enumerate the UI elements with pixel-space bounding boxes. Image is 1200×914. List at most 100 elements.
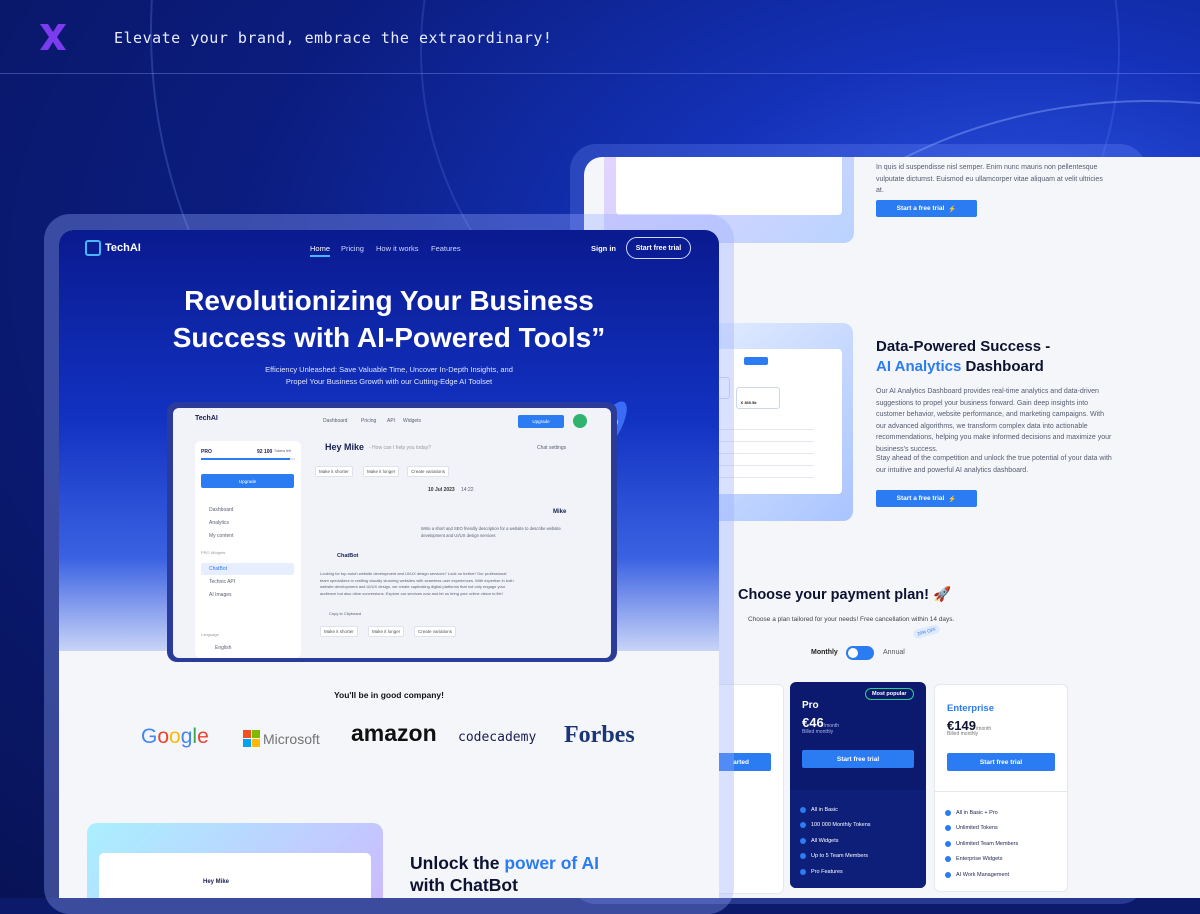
nav-home[interactable]: Home — [310, 244, 331, 257]
pricing-subtitle: Choose a plan tailored for your needs! F… — [748, 616, 955, 623]
app-sidebar: PRO 92 100 Tokens left Upgrade Dashboard… — [195, 441, 301, 658]
sidebar-item-dashboard[interactable]: Dashboard — [209, 507, 233, 513]
analytics-title: Data-Powered Success - AI Analytics Dash… — [876, 338, 1051, 375]
analytics-paragraph-2: Stay ahead of the competition and unlock… — [876, 455, 1112, 474]
billing-monthly-label[interactable]: Monthly — [811, 649, 838, 656]
bolt-icon: ⚡ — [948, 205, 957, 213]
analytics-paragraph-1: Our AI Analytics Dashboard provides real… — [876, 388, 1112, 453]
user-name: Mike — [553, 509, 567, 515]
sidebar-item-technic-api[interactable]: Technic API — [209, 579, 235, 585]
microsoft-logo: Microsoft — [243, 730, 320, 747]
mini-greeting: Hey Mike — [203, 879, 230, 885]
company-title: You'll be in good company! — [333, 690, 444, 700]
tokens-progress-bar — [201, 458, 295, 460]
chip-variations-2[interactable]: Create variations — [414, 626, 457, 637]
enterprise-billed: Billed monthly — [947, 731, 979, 737]
techai-logo: TechAI — [85, 240, 141, 256]
unlock-title: Unlock the power of AI with ChatBot — [410, 853, 599, 895]
check-circle-icon — [800, 822, 806, 829]
nav-how-it-works[interactable]: How it works — [376, 244, 419, 253]
app-avatar[interactable] — [573, 414, 587, 428]
check-circle-icon — [800, 837, 806, 844]
check-circle-icon — [945, 871, 951, 878]
app-nav-dashboard[interactable]: Dashboard — [323, 418, 347, 424]
plan-card-pro: Most popular Pro €46/month Billed monthl… — [790, 682, 926, 888]
most-popular-badge: Most popular — [865, 688, 914, 700]
tokens-value: 92 100 — [257, 449, 273, 455]
nav-features[interactable]: Features — [431, 244, 461, 253]
app-nav-pricing[interactable]: Pricing — [361, 418, 376, 424]
app-logo: TechAI — [195, 415, 218, 422]
start-trial-button-analytics[interactable]: Start a free trial ⚡ — [876, 490, 977, 507]
billing-annual-label[interactable]: Annual — [883, 649, 905, 656]
codecademy-logo: codecademy — [458, 730, 537, 745]
check-circle-icon — [945, 856, 951, 863]
app-upgrade-button[interactable]: Upgrade — [518, 415, 564, 428]
left-preview-page: TechAI Home Pricing How it works Feature… — [59, 230, 719, 898]
sidebar-item-my-content[interactable]: My content — [209, 533, 233, 539]
enterprise-per: /month — [975, 726, 992, 732]
check-circle-icon — [800, 868, 806, 875]
check-circle-icon — [800, 806, 806, 813]
check-circle-icon — [945, 840, 951, 847]
plan-feature-item: Up to 5 Team Members — [800, 849, 871, 865]
language-select[interactable]: English — [215, 645, 231, 651]
app-nav-widgets[interactable]: Widgets — [403, 418, 421, 424]
pro-cta-button[interactable]: Start free trial — [802, 750, 914, 768]
bot-name: ChatBot — [337, 553, 359, 559]
nav-pricing[interactable]: Pricing — [341, 244, 364, 253]
chat-settings[interactable]: Chat settings — [537, 445, 566, 451]
chip-variations[interactable]: Create variations — [407, 466, 450, 477]
greeting: Hey Mike — [325, 442, 365, 452]
check-circle-icon — [945, 809, 951, 816]
rocket-icon: 🚀 — [932, 587, 952, 603]
check-circle-icon — [800, 853, 806, 860]
sidebar-item-ai-images[interactable]: AI Images — [209, 592, 232, 598]
chip-shorter-2[interactable]: Make it shorter — [320, 626, 358, 637]
tokens-label: Tokens left — [274, 449, 291, 453]
microsoft-squares-icon — [243, 730, 260, 747]
pro-widgets-label: PRO Widgets — [201, 550, 226, 555]
copy-to-clipboard[interactable]: Copy to Clipboard — [329, 611, 361, 616]
sign-in-link[interactable]: Sign in — [591, 244, 616, 253]
sidebar-upgrade-button[interactable]: Upgrade — [201, 474, 294, 488]
discount-badge: 20% OFF — [912, 623, 941, 640]
plan-feature-item: All Widgets — [800, 833, 871, 849]
hero-title-line-2: Success with AI-Powered Tools” — [172, 322, 606, 353]
user-message: Write a short and SEO friendly descripti… — [421, 526, 561, 538]
brand-x-logo-icon — [40, 24, 66, 50]
billing-toggle[interactable] — [846, 646, 874, 660]
pro-plan-name: Pro — [802, 700, 819, 711]
plan-feature-item: Enterprise Widgets — [945, 852, 1018, 868]
chip-shorter[interactable]: Make it shorter — [315, 466, 353, 477]
top-bar: Elevate your brand, embrace the extraord… — [0, 0, 1200, 74]
mini-kpi-value: € 360.5k — [736, 387, 780, 409]
techai-cube-icon — [85, 240, 101, 256]
sidebar-item-analytics[interactable]: Analytics — [209, 520, 229, 526]
chat-date: 10 Jul 2023 — [428, 487, 455, 493]
plan-feature-item: Unlimited Team Members — [945, 836, 1018, 852]
amazon-logo: amazon — [351, 720, 437, 746]
chip-longer-2[interactable]: Make it longer — [368, 626, 405, 637]
enterprise-cta-button[interactable]: Start free trial — [947, 753, 1055, 771]
app-nav-api[interactable]: API — [387, 418, 395, 424]
app-mockup: TechAI Dashboard Pricing API Widgets Upg… — [167, 402, 617, 662]
plan-label: PRO — [201, 449, 212, 455]
enterprise-plan-name: Enterprise — [947, 703, 994, 714]
check-circle-icon — [945, 825, 951, 832]
bolt-icon: ⚡ — [948, 495, 957, 503]
plan-feature-item: 100 000 Monthly Tokens — [800, 818, 871, 834]
forbes-logo: Forbes — [564, 722, 635, 748]
start-trial-button-nav[interactable]: Start free trial — [626, 237, 691, 259]
plan-feature-item: All in Basic + Pro — [945, 805, 1018, 821]
sidebar-item-chatbot[interactable]: ChatBot — [209, 566, 227, 572]
hero-subtitle-line-1: Efficiency Unleashed: Save Valuable Time… — [265, 365, 513, 374]
feature-text-top: In quis id suspendisse nisl semper. Enim… — [876, 164, 1103, 194]
chat-time: 14:22 — [461, 487, 474, 493]
chip-longer[interactable]: Make it longer — [363, 466, 400, 477]
bot-message: Looking for top-notch website developmen… — [320, 571, 514, 596]
plan-feature-item: Unlimited Tokens — [945, 821, 1018, 837]
chatbot-screenshot-card: Hey Mike — [87, 823, 383, 898]
start-trial-button-top[interactable]: Start a free trial ⚡ — [876, 200, 977, 217]
plan-card-enterprise: Enterprise €149/month Billed monthly Sta… — [934, 684, 1068, 892]
